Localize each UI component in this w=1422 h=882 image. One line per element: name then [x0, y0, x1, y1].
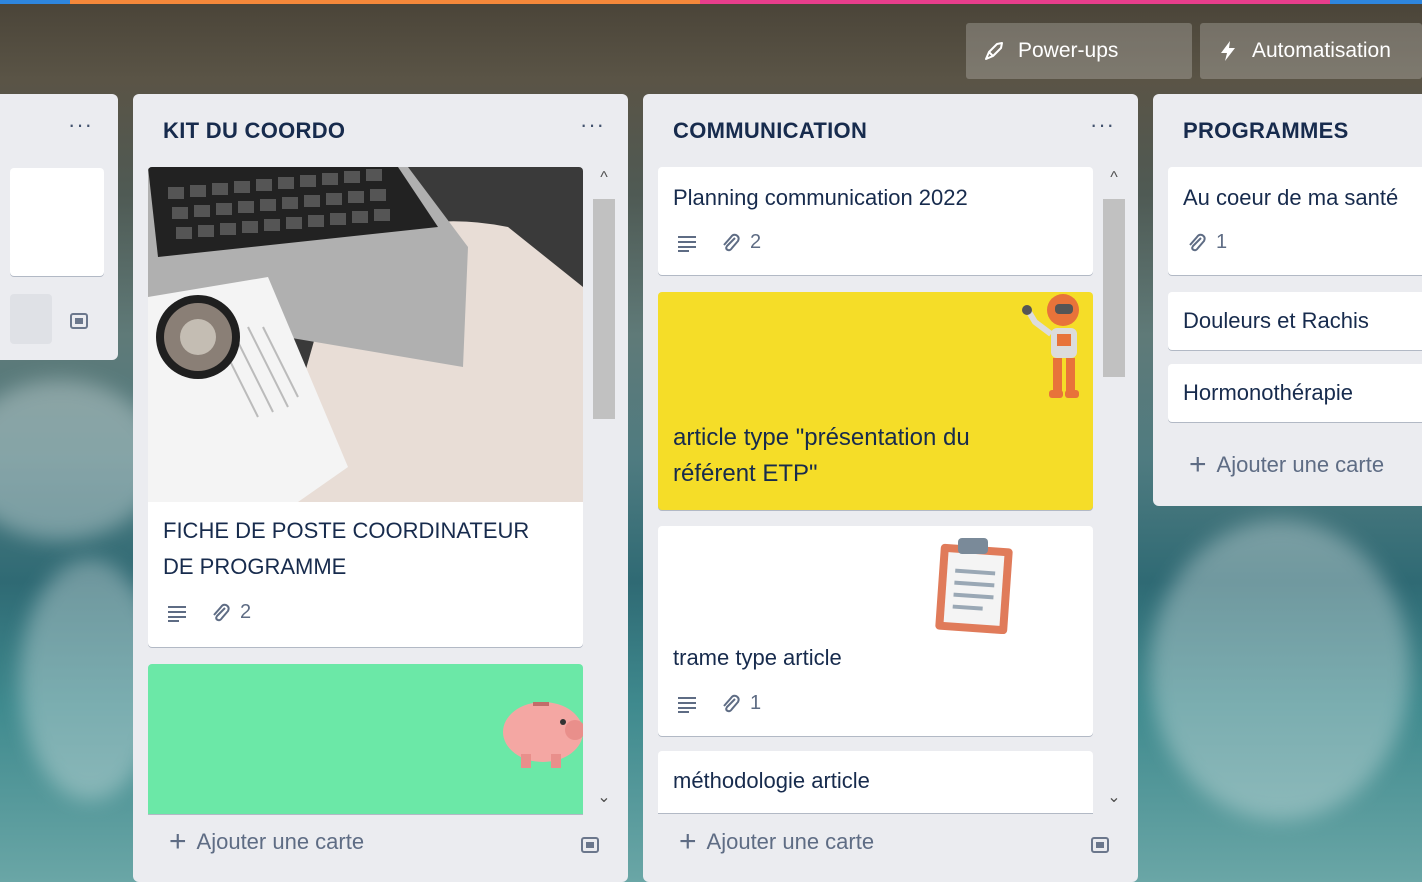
paperclip-icon [1189, 233, 1206, 251]
attachment-count: 1 [1216, 231, 1228, 253]
card[interactable] [10, 168, 104, 276]
list-communication: COMMUNICATION ··· Planning communication… [643, 94, 1138, 882]
card-title: trame type article [673, 645, 842, 670]
card-title: référent ETP" [673, 460, 818, 487]
list-menu-button[interactable]: ··· [1090, 112, 1115, 138]
list-scrollbar[interactable]: ^ ⌄ [1099, 167, 1129, 812]
paperclip-icon [723, 233, 740, 251]
attachment-count: 2 [750, 231, 762, 253]
add-card-button[interactable]: + Ajouter une carte [169, 825, 365, 858]
card-title: article type "présentation du [673, 424, 970, 451]
rocket-icon [985, 42, 1003, 60]
attachment-count: 1 [750, 692, 762, 714]
card-composer-area[interactable] [10, 294, 52, 344]
list-kit-du-coordo: KIT DU COORDO ··· FICHE DE POSTE COORDIN… [133, 94, 628, 882]
card-green-piggy[interactable] [148, 664, 583, 814]
card-title: Hormonothérapie [1183, 380, 1353, 405]
powerups-label: Power-ups [1018, 39, 1119, 62]
plus-icon: + [1189, 448, 1207, 481]
list-title[interactable]: COMMUNICATION [673, 118, 867, 144]
add-card-label: Ajouter une carte [196, 829, 365, 854]
card-title: Planning communication 2022 [673, 185, 968, 210]
laptop-photo-cover [148, 167, 583, 502]
description-icon [678, 235, 696, 252]
card-methodologie-article[interactable]: méthodologie article [658, 751, 1093, 813]
card-planning-communication[interactable]: Planning communication 2022 2 [658, 167, 1093, 275]
list-scrollbar[interactable]: ^ ⌄ [589, 167, 619, 812]
list-partial: ··· [0, 94, 118, 360]
automation-button[interactable]: Automatisation [1200, 23, 1422, 79]
card-article-type-presentation[interactable]: article type "présentation du référent E… [658, 292, 1093, 510]
top-accent-bar [0, 0, 1422, 4]
card-au-coeur-de-ma-sante[interactable]: Au coeur de ma santé 1 [1168, 167, 1422, 275]
card-title: FICHE DE POSTE COORDINATEUR [163, 518, 530, 543]
scroll-down-arrow[interactable]: ⌄ [1103, 787, 1125, 807]
robot-icon [1022, 294, 1079, 398]
plus-icon: + [169, 825, 187, 858]
add-card-label: Ajouter une carte [1216, 452, 1385, 477]
add-card-button[interactable]: + Ajouter une carte [1189, 448, 1385, 481]
attachment-badge: 2 [210, 601, 251, 624]
card-douleurs-et-rachis[interactable]: Douleurs et Rachis [1168, 292, 1422, 350]
powerups-button[interactable]: Power-ups [966, 23, 1192, 79]
card-trame-type-article[interactable]: trame type article 1 [658, 526, 1093, 736]
clipboard-icon [935, 538, 1013, 634]
card-title: DE PROGRAMME [163, 554, 347, 579]
card-badges: 2 [166, 601, 251, 624]
scroll-up-arrow[interactable]: ^ [593, 169, 615, 187]
list-menu-button[interactable]: ··· [68, 112, 93, 138]
attachment-badge: 1 [720, 692, 761, 715]
add-card-button[interactable]: + Ajouter une carte [679, 825, 875, 858]
card-title: méthodologie article [673, 768, 870, 793]
card-hormonotherapie[interactable]: Hormonothérapie [1168, 364, 1422, 422]
list-title[interactable]: PROGRAMMES [1183, 118, 1349, 144]
card-badges: 1 [1186, 231, 1227, 254]
scroll-down-arrow[interactable]: ⌄ [593, 787, 615, 807]
paperclip-icon [213, 603, 230, 621]
card-template-icon[interactable] [1089, 834, 1111, 856]
card-fiche-de-poste[interactable]: FICHE DE POSTE COORDINATEUR DE PROGRAMME… [148, 167, 583, 647]
description-icon [678, 696, 696, 713]
attachment-badge: 1 [1186, 231, 1227, 254]
scroll-thumb[interactable] [1103, 199, 1125, 377]
list-title[interactable]: KIT DU COORDO [163, 118, 345, 144]
attachment-badge: 2 [720, 231, 761, 254]
paperclip-icon [723, 694, 740, 712]
add-card-label: Ajouter une carte [706, 829, 875, 854]
list-menu-button[interactable]: ··· [580, 112, 605, 138]
piggy-bank-icon [503, 702, 583, 768]
card-template-icon[interactable] [68, 310, 90, 332]
attachment-count: 2 [240, 601, 252, 623]
background-wave [1150, 520, 1410, 820]
card-template-icon[interactable] [579, 834, 601, 856]
plus-icon: + [679, 825, 697, 858]
scroll-up-arrow[interactable]: ^ [1103, 169, 1125, 187]
scroll-thumb[interactable] [593, 199, 615, 419]
card-badges: 2 [676, 231, 761, 254]
list-programmes: PROGRAMMES Au coeur de ma santé 1 Douleu… [1153, 94, 1422, 506]
lightning-icon [1221, 41, 1235, 61]
card-title: Au coeur de ma santé [1183, 185, 1399, 210]
card-badges: 1 [676, 692, 761, 715]
card-title: Douleurs et Rachis [1183, 308, 1369, 333]
automation-label: Automatisation [1252, 39, 1391, 62]
description-icon [168, 605, 186, 622]
